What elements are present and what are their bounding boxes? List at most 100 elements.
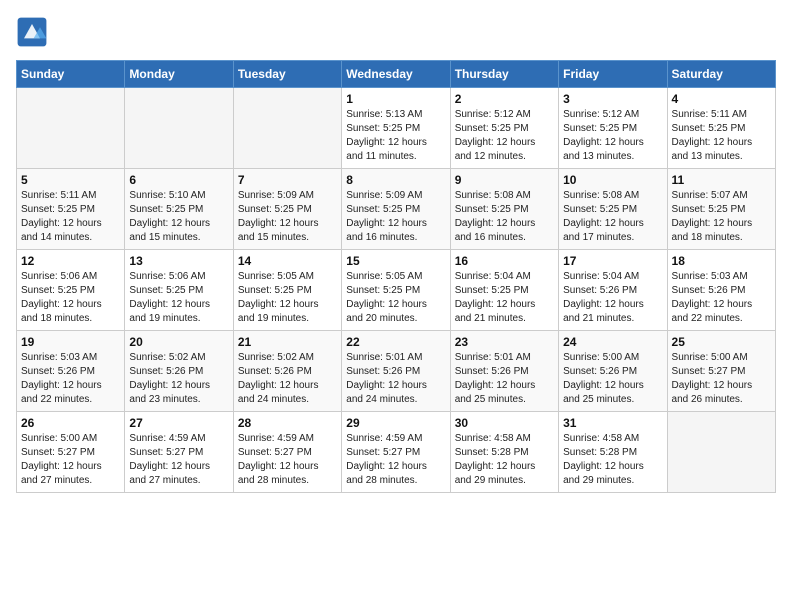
calendar-week-row: 5 Sunrise: 5:11 AMSunset: 5:25 PMDaylight…	[17, 169, 776, 250]
day-number: 7	[238, 173, 337, 187]
day-info: Sunrise: 5:13 AMSunset: 5:25 PMDaylight:…	[346, 108, 445, 164]
day-number: 31	[563, 416, 662, 430]
day-number: 17	[563, 254, 662, 268]
calendar-cell: 25Sunrise: 5:00 AMSunset: 5:27 PMDayligh…	[667, 331, 775, 412]
calendar-cell: 26 Sunrise: 5:00 AMSunset: 5:27 PMDayligh…	[17, 412, 125, 493]
weekday-header-wednesday: Wednesday	[342, 61, 450, 88]
calendar-cell: 13 Sunrise: 5:06 AMSunset: 5:25 PMDayligh…	[125, 250, 233, 331]
day-info: Sunrise: 5:05 AMSunset: 5:25 PMDaylight:…	[346, 270, 445, 326]
day-info: Sunrise: 5:00 AMSunset: 5:26 PMDaylight:…	[563, 351, 662, 407]
logo-icon	[16, 16, 48, 48]
weekday-header-tuesday: Tuesday	[233, 61, 341, 88]
day-info: Sunrise: 4:59 AMSunset: 5:27 PMDaylight:…	[346, 432, 445, 488]
day-number: 23	[455, 335, 554, 349]
calendar-cell: 10 Sunrise: 5:08 AMSunset: 5:25 PMDayligh…	[559, 169, 667, 250]
calendar-cell: 4 Sunrise: 5:11 AMSunset: 5:25 PMDaylight…	[667, 88, 775, 169]
day-number: 13	[129, 254, 228, 268]
day-info: Sunrise: 5:01 AMSunset: 5:26 PMDaylight:…	[455, 351, 554, 407]
day-number: 11	[672, 173, 771, 187]
day-number: 4	[672, 92, 771, 106]
calendar-cell: 11 Sunrise: 5:07 AMSunset: 5:25 PMDayligh…	[667, 169, 775, 250]
day-number: 25	[672, 335, 771, 349]
day-info: Sunrise: 5:11 AMSunset: 5:25 PMDaylight:…	[672, 108, 771, 164]
day-info: Sunrise: 5:02 AMSunset: 5:26 PMDaylight:…	[129, 351, 228, 407]
calendar-cell: 24Sunrise: 5:00 AMSunset: 5:26 PMDayligh…	[559, 331, 667, 412]
weekday-header-thursday: Thursday	[450, 61, 558, 88]
weekday-header-monday: Monday	[125, 61, 233, 88]
day-number: 10	[563, 173, 662, 187]
day-info: Sunrise: 5:08 AMSunset: 5:25 PMDaylight:…	[563, 189, 662, 245]
day-info: Sunrise: 5:01 AMSunset: 5:26 PMDaylight:…	[346, 351, 445, 407]
day-number: 3	[563, 92, 662, 106]
day-number: 16	[455, 254, 554, 268]
day-number: 18	[672, 254, 771, 268]
day-info: Sunrise: 4:58 AMSunset: 5:28 PMDaylight:…	[563, 432, 662, 488]
day-number: 8	[346, 173, 445, 187]
calendar-cell	[667, 412, 775, 493]
day-number: 19	[21, 335, 120, 349]
day-number: 26	[21, 416, 120, 430]
day-info: Sunrise: 5:09 AMSunset: 5:25 PMDaylight:…	[238, 189, 337, 245]
day-info: Sunrise: 5:12 AMSunset: 5:25 PMDaylight:…	[455, 108, 554, 164]
day-info: Sunrise: 5:02 AMSunset: 5:26 PMDaylight:…	[238, 351, 337, 407]
day-info: Sunrise: 5:08 AMSunset: 5:25 PMDaylight:…	[455, 189, 554, 245]
day-number: 30	[455, 416, 554, 430]
calendar-cell: 17 Sunrise: 5:04 AMSunset: 5:26 PMDayligh…	[559, 250, 667, 331]
day-info: Sunrise: 5:04 AMSunset: 5:26 PMDaylight:…	[563, 270, 662, 326]
calendar-week-row: 1 Sunrise: 5:13 AMSunset: 5:25 PMDaylight…	[17, 88, 776, 169]
calendar-header-row: SundayMondayTuesdayWednesdayThursdayFrid…	[17, 61, 776, 88]
day-number: 27	[129, 416, 228, 430]
calendar-cell: 12 Sunrise: 5:06 AMSunset: 5:25 PMDayligh…	[17, 250, 125, 331]
day-info: Sunrise: 5:04 AMSunset: 5:25 PMDaylight:…	[455, 270, 554, 326]
calendar-cell	[17, 88, 125, 169]
day-info: Sunrise: 5:07 AMSunset: 5:25 PMDaylight:…	[672, 189, 771, 245]
day-number: 22	[346, 335, 445, 349]
day-number: 6	[129, 173, 228, 187]
calendar-cell	[233, 88, 341, 169]
calendar-cell: 18 Sunrise: 5:03 AMSunset: 5:26 PMDayligh…	[667, 250, 775, 331]
page-header	[16, 16, 776, 48]
day-info: Sunrise: 5:09 AMSunset: 5:25 PMDaylight:…	[346, 189, 445, 245]
calendar-cell: 30 Sunrise: 4:58 AMSunset: 5:28 PMDayligh…	[450, 412, 558, 493]
calendar-cell: 27Sunrise: 4:59 AMSunset: 5:27 PMDayligh…	[125, 412, 233, 493]
day-number: 1	[346, 92, 445, 106]
day-info: Sunrise: 5:05 AMSunset: 5:25 PMDaylight:…	[238, 270, 337, 326]
day-info: Sunrise: 5:06 AMSunset: 5:25 PMDaylight:…	[129, 270, 228, 326]
day-info: Sunrise: 4:58 AMSunset: 5:28 PMDaylight:…	[455, 432, 554, 488]
calendar-cell: 6 Sunrise: 5:10 AMSunset: 5:25 PMDaylight…	[125, 169, 233, 250]
calendar-cell: 2Sunrise: 5:12 AMSunset: 5:25 PMDaylight…	[450, 88, 558, 169]
calendar-cell: 23 Sunrise: 5:01 AMSunset: 5:26 PMDayligh…	[450, 331, 558, 412]
day-info: Sunrise: 5:11 AMSunset: 5:25 PMDaylight:…	[21, 189, 120, 245]
calendar-cell	[125, 88, 233, 169]
day-number: 29	[346, 416, 445, 430]
day-number: 14	[238, 254, 337, 268]
calendar-cell: 22 Sunrise: 5:01 AMSunset: 5:26 PMDayligh…	[342, 331, 450, 412]
day-info: Sunrise: 5:00 AMSunset: 5:27 PMDaylight:…	[21, 432, 120, 488]
day-info: Sunrise: 5:03 AMSunset: 5:26 PMDaylight:…	[21, 351, 120, 407]
day-number: 5	[21, 173, 120, 187]
calendar-cell: 21 Sunrise: 5:02 AMSunset: 5:26 PMDayligh…	[233, 331, 341, 412]
day-info: Sunrise: 5:12 AMSunset: 5:25 PMDaylight:…	[563, 108, 662, 164]
day-info: Sunrise: 5:10 AMSunset: 5:25 PMDaylight:…	[129, 189, 228, 245]
calendar-cell: 1 Sunrise: 5:13 AMSunset: 5:25 PMDaylight…	[342, 88, 450, 169]
day-number: 21	[238, 335, 337, 349]
calendar-cell: 14 Sunrise: 5:05 AMSunset: 5:25 PMDayligh…	[233, 250, 341, 331]
calendar-week-row: 12 Sunrise: 5:06 AMSunset: 5:25 PMDayligh…	[17, 250, 776, 331]
logo	[16, 16, 54, 48]
calendar-week-row: 26 Sunrise: 5:00 AMSunset: 5:27 PMDayligh…	[17, 412, 776, 493]
day-info: Sunrise: 5:06 AMSunset: 5:25 PMDaylight:…	[21, 270, 120, 326]
calendar-cell: 28 Sunrise: 4:59 AMSunset: 5:27 PMDayligh…	[233, 412, 341, 493]
day-info: Sunrise: 4:59 AMSunset: 5:27 PMDaylight:…	[238, 432, 337, 488]
calendar-week-row: 19 Sunrise: 5:03 AMSunset: 5:26 PMDayligh…	[17, 331, 776, 412]
calendar-cell: 19 Sunrise: 5:03 AMSunset: 5:26 PMDayligh…	[17, 331, 125, 412]
calendar-cell: 7 Sunrise: 5:09 AMSunset: 5:25 PMDaylight…	[233, 169, 341, 250]
calendar-table: SundayMondayTuesdayWednesdayThursdayFrid…	[16, 60, 776, 493]
calendar-cell: 9Sunrise: 5:08 AMSunset: 5:25 PMDaylight…	[450, 169, 558, 250]
day-number: 12	[21, 254, 120, 268]
day-number: 28	[238, 416, 337, 430]
calendar-cell: 20Sunrise: 5:02 AMSunset: 5:26 PMDayligh…	[125, 331, 233, 412]
calendar-cell: 3 Sunrise: 5:12 AMSunset: 5:25 PMDaylight…	[559, 88, 667, 169]
calendar-cell: 31 Sunrise: 4:58 AMSunset: 5:28 PMDayligh…	[559, 412, 667, 493]
day-number: 15	[346, 254, 445, 268]
day-info: Sunrise: 5:03 AMSunset: 5:26 PMDaylight:…	[672, 270, 771, 326]
